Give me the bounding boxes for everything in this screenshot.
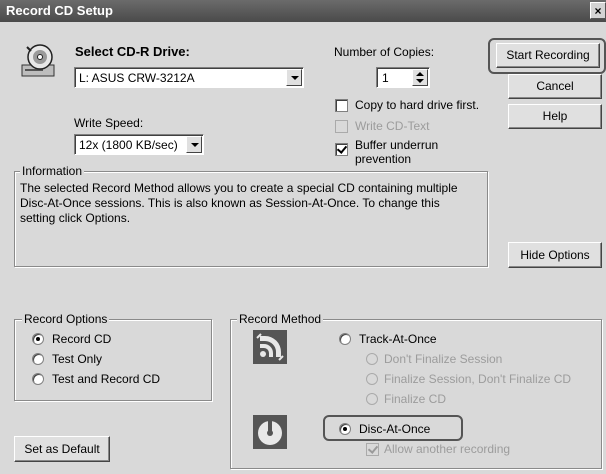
information-text-line2: Disc-At-Once sessions. This is also know… xyxy=(20,196,440,210)
test-and-record-label: Test and Record CD xyxy=(52,372,161,386)
buffer-underrun-label-line1: Buffer underrun xyxy=(355,138,439,152)
dont-finalize-session-label: Don't Finalize Session xyxy=(384,352,503,366)
drive-select[interactable]: L: ASUS CRW-3212A xyxy=(74,67,304,88)
disc-at-once-radio[interactable] xyxy=(339,423,351,435)
test-only-label: Test Only xyxy=(52,352,103,366)
copies-label: Number of Copies: xyxy=(334,45,435,59)
finalize-session-label: Finalize Session, Don't Finalize CD xyxy=(384,372,572,386)
spin-down-icon[interactable] xyxy=(416,79,424,83)
window-title: Record CD Setup xyxy=(6,3,113,18)
write-cd-text-checkbox[interactable] xyxy=(335,120,348,133)
write-speed-dropdown-arrow[interactable] xyxy=(186,136,202,153)
spin-up-icon[interactable] xyxy=(416,72,424,76)
finalize-session-radio[interactable] xyxy=(366,373,378,385)
start-recording-highlight xyxy=(488,38,606,74)
help-button[interactable]: Help xyxy=(508,104,602,129)
copies-spinner[interactable]: 1 xyxy=(376,67,430,88)
disc-at-once-label: Disc-At-Once xyxy=(359,422,431,436)
drive-dropdown-arrow[interactable] xyxy=(286,69,302,86)
dont-finalize-session-radio[interactable] xyxy=(366,353,378,365)
copy-to-hard-drive-label: Copy to hard drive first. xyxy=(355,98,480,112)
disc-at-once-icon xyxy=(253,415,287,449)
set-as-default-button[interactable]: Set as Default xyxy=(14,436,110,462)
copies-value: 1 xyxy=(382,71,389,85)
copies-spin-buttons[interactable] xyxy=(412,69,428,86)
finalize-cd-radio[interactable] xyxy=(366,393,378,405)
select-drive-label: Select CD-R Drive: xyxy=(75,44,190,59)
record-cd-setup-dialog: Record CD Setup × Select CD-R Drive: L: … xyxy=(0,0,606,474)
write-speed-label: Write Speed: xyxy=(74,116,144,130)
write-cd-text-label: Write CD-Text xyxy=(355,119,430,133)
write-speed-value: 12x (1800 KB/sec) xyxy=(79,138,178,152)
write-speed-select[interactable]: 12x (1800 KB/sec) xyxy=(74,134,204,155)
copy-to-hard-drive-checkbox[interactable] xyxy=(335,99,348,112)
record-cd-radio[interactable] xyxy=(32,333,44,345)
track-at-once-label: Track-At-Once xyxy=(359,332,437,346)
title-bar: Record CD Setup × xyxy=(0,0,606,22)
allow-another-recording-label: Allow another recording xyxy=(384,442,511,456)
information-label: Information xyxy=(20,164,85,178)
record-options-label: Record Options xyxy=(22,312,110,326)
cancel-button[interactable]: Cancel xyxy=(508,74,602,99)
information-text-line1: The selected Record Method allows you to… xyxy=(20,181,458,195)
record-method-label: Record Method xyxy=(237,312,324,326)
close-button[interactable]: × xyxy=(590,2,606,19)
record-cd-label: Record CD xyxy=(52,332,112,346)
hide-options-button[interactable]: Hide Options xyxy=(508,242,602,268)
track-at-once-icon xyxy=(253,330,287,364)
information-text-line3: setting click Options. xyxy=(20,211,131,225)
test-only-radio[interactable] xyxy=(32,353,44,365)
cd-drive-icon xyxy=(20,43,58,79)
test-and-record-radio[interactable] xyxy=(32,373,44,385)
buffer-underrun-checkbox[interactable] xyxy=(335,143,348,156)
buffer-underrun-label-line2: prevention xyxy=(355,152,412,166)
allow-another-recording-checkbox[interactable] xyxy=(366,443,379,456)
track-at-once-radio[interactable] xyxy=(339,333,351,345)
finalize-cd-label: Finalize CD xyxy=(384,392,447,406)
drive-select-value: L: ASUS CRW-3212A xyxy=(79,71,195,85)
